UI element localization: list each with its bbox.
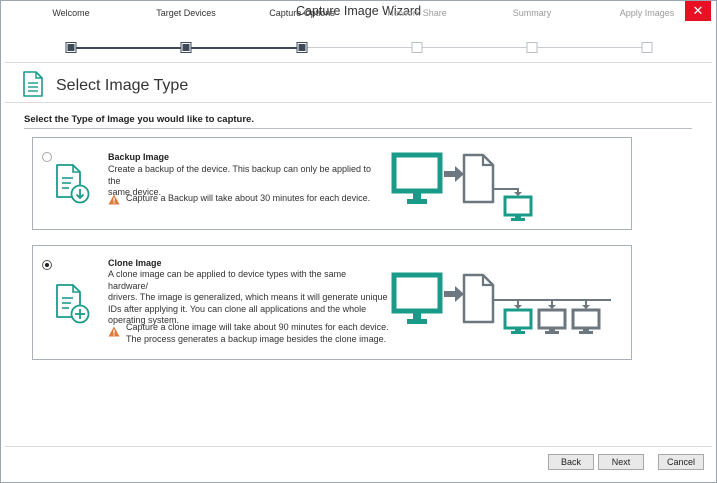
arrow-icon (444, 286, 464, 302)
cancel-button[interactable]: Cancel (658, 454, 704, 470)
document-plus-icon (53, 282, 93, 331)
backup-title: Backup Image (108, 152, 170, 162)
page-title: Select Image Type (56, 77, 189, 94)
stepper-divider (5, 62, 712, 63)
step-marker-capture-options (296, 42, 308, 53)
backup-desc-line: Create a backup of the device. This back… (108, 164, 372, 186)
back-button[interactable]: Back (548, 454, 594, 470)
clone-illustration (391, 272, 611, 334)
close-button[interactable]: ✕ (685, 1, 711, 21)
arrow-icon (444, 166, 464, 182)
step-marker-summary (526, 42, 538, 53)
backup-warning: Capture a Backup will take about 30 minu… (126, 193, 371, 203)
window-title: Capture Image Wizard (295, 4, 422, 18)
instruction-text: Select the Type of Image you would like … (24, 114, 254, 125)
step-marker-target-devices (180, 42, 192, 53)
monitor-icon (537, 308, 567, 334)
wizard-window: Capture Image Wizard ✕ Welcome Target De… (0, 0, 717, 483)
step-label-capture-options: Capture Options (269, 8, 335, 18)
connector-tree (493, 299, 611, 309)
backup-image-option[interactable]: Backup Image Create a backup of the devi… (32, 137, 632, 230)
file-icon (462, 273, 495, 324)
step-label-target-devices: Target Devices (156, 8, 216, 18)
footer-divider (5, 446, 712, 447)
heading-divider (5, 102, 712, 103)
title-bar: Capture Image Wizard ✕ (1, 1, 716, 23)
step-marker-welcome (65, 42, 77, 53)
warning-icon (108, 324, 120, 342)
backup-illustration (391, 152, 533, 221)
document-download-icon (53, 162, 93, 211)
clone-desc-line: drivers. The image is generalized, which… (108, 292, 388, 302)
monitor-icon (571, 308, 601, 334)
clone-warning-line: The process generates a backup image bes… (126, 333, 387, 344)
clone-warning-line: Capture a clone image will take about 90… (126, 322, 389, 332)
instruction-divider (24, 128, 692, 129)
clone-desc-line: A clone image can be applied to device t… (108, 269, 347, 291)
step-label-apply-images: Apply Images (619, 8, 675, 18)
warning-icon (108, 192, 120, 210)
step-marker-apply-images (641, 42, 653, 53)
monitor-icon (391, 272, 443, 324)
clone-title: Clone Image (108, 258, 162, 268)
monitor-icon (503, 308, 533, 334)
next-button[interactable]: Next (598, 454, 644, 470)
clone-description: A clone image can be applied to device t… (108, 269, 388, 327)
step-label-network-share: Network Share (387, 8, 447, 18)
file-icon (462, 153, 495, 204)
step-pending-line (302, 47, 647, 48)
step-label-welcome: Welcome (52, 8, 90, 18)
backup-radio[interactable] (42, 152, 52, 162)
clone-warning: Capture a clone image will take about 90… (126, 322, 401, 345)
step-label-summary: Summary (512, 8, 552, 18)
connector-line (493, 188, 522, 196)
step-marker-network-share (411, 42, 423, 53)
clone-radio[interactable] (42, 260, 52, 270)
document-icon (23, 71, 43, 102)
monitor-icon (503, 195, 533, 221)
monitor-icon (391, 152, 443, 204)
clone-desc-line: IDs after applying it. You can clone all… (108, 303, 367, 314)
clone-image-option[interactable]: Clone Image A clone image can be applied… (32, 245, 632, 360)
